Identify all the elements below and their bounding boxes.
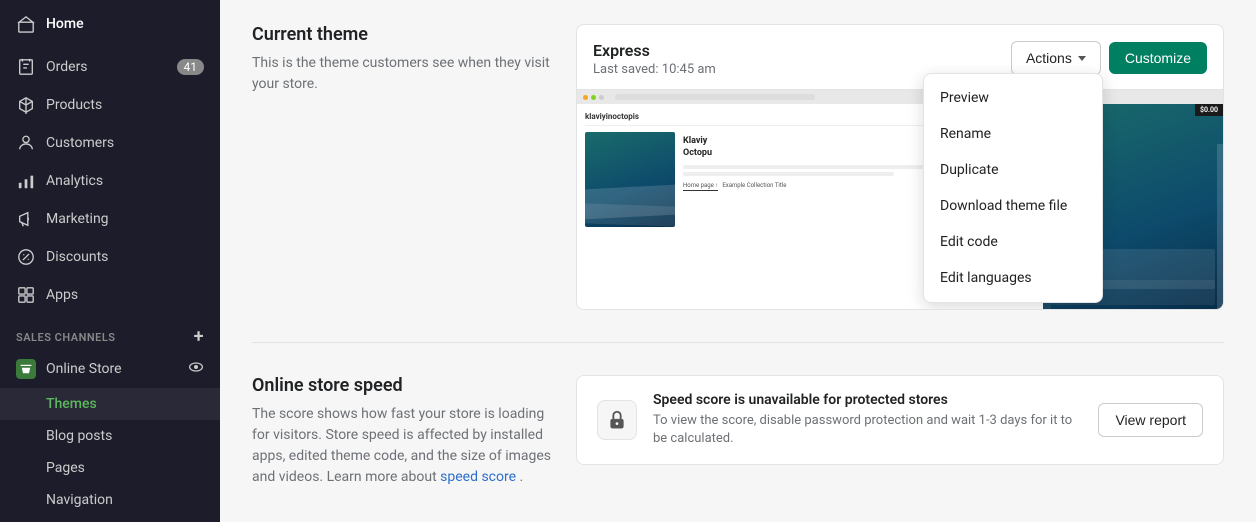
sidebar-item-orders[interactable]: Orders 41	[0, 48, 220, 86]
dropdown-duplicate[interactable]: Duplicate	[924, 152, 1102, 188]
subnav-blog-posts[interactable]: Blog posts	[0, 420, 220, 452]
speed-info: Online store speed The score shows how f…	[252, 375, 552, 488]
preview-browser-bar	[577, 90, 1223, 104]
last-saved: Last saved: 10:45 am	[593, 62, 716, 77]
subnav-domains[interactable]: Domains	[0, 516, 220, 522]
right-edge-strip	[1217, 144, 1223, 309]
speed-text: Speed score is unavailable for protected…	[653, 392, 1082, 448]
speed-desc-end: .	[520, 469, 524, 485]
actions-label: Actions	[1026, 50, 1072, 66]
discounts-icon	[16, 247, 36, 267]
sidebar-item-discounts[interactable]: Discounts	[0, 238, 220, 276]
preview-inner: klaviyinoctopis	[577, 90, 1223, 309]
online-store-label: Online Store	[46, 361, 122, 377]
apps-icon	[16, 285, 36, 305]
online-store-item[interactable]: Online Store	[0, 350, 220, 388]
dropdown-edit-languages[interactable]: Edit languages	[924, 260, 1102, 296]
wave-2	[585, 203, 675, 226]
view-report-button[interactable]: View report	[1098, 403, 1203, 437]
orders-icon	[16, 57, 36, 77]
current-theme-section: Current theme This is the theme customer…	[252, 24, 1224, 310]
lock-icon-wrap	[597, 400, 637, 440]
sidebar-item-customers[interactable]: Customers	[0, 124, 220, 162]
speed-card-desc: To view the score, disable password prot…	[653, 412, 1082, 448]
theme-info: Current theme This is the theme customer…	[252, 24, 552, 95]
dot-3	[599, 95, 604, 100]
subnav-navigation[interactable]: Navigation	[0, 484, 220, 516]
preview-image	[585, 132, 675, 227]
speed-section: Online store speed The score shows how f…	[252, 375, 1224, 488]
section-divider	[252, 342, 1224, 343]
sidebar-item-marketing[interactable]: Marketing	[0, 200, 220, 238]
theme-name-section: Express Last saved: 10:45 am	[593, 41, 716, 77]
home-label: Home	[46, 16, 84, 32]
current-theme-title: Current theme	[252, 24, 552, 45]
theme-name: Express	[593, 41, 716, 60]
orders-label: Orders	[46, 59, 167, 75]
actions-button[interactable]: Actions	[1011, 41, 1101, 75]
lock-icon	[606, 409, 628, 431]
sidebar-item-products[interactable]: Products	[0, 86, 220, 124]
price-tag: $0.00	[1195, 104, 1223, 116]
home-icon	[16, 14, 36, 34]
dot-2	[591, 95, 596, 100]
analytics-label: Analytics	[46, 173, 204, 189]
dropdown-preview[interactable]: Preview	[924, 80, 1102, 116]
online-store-icons	[188, 359, 204, 379]
actions-dropdown: Preview Rename Duplicate Download theme …	[923, 73, 1103, 303]
theme-card-header: Express Last saved: 10:45 am Actions Cus…	[577, 25, 1223, 89]
home-page-link: Home page ↑	[683, 182, 718, 191]
dropdown-download[interactable]: Download theme file	[924, 188, 1102, 224]
sidebar-item-home[interactable]: Home	[0, 0, 220, 48]
dot-1	[583, 95, 588, 100]
customize-button[interactable]: Customize	[1109, 42, 1207, 74]
orders-badge: 41	[177, 59, 205, 75]
theme-preview: klaviyinoctopis	[577, 89, 1223, 309]
collection-link: Example Collection Title	[722, 182, 786, 191]
customize-label: Customize	[1125, 50, 1191, 66]
theme-card: Express Last saved: 10:45 am Actions Cus…	[576, 24, 1224, 310]
eye-icon[interactable]	[188, 359, 204, 379]
analytics-icon	[16, 171, 36, 191]
apps-label: Apps	[46, 287, 204, 303]
main-content: Current theme This is the theme customer…	[220, 0, 1256, 522]
marketing-label: Marketing	[46, 211, 204, 227]
subnav-pages[interactable]: Pages	[0, 452, 220, 484]
speed-desc: The score shows how fast your store is l…	[252, 404, 552, 488]
sales-channels-label: SALES CHANNELS +	[0, 314, 220, 350]
speed-title: Online store speed	[252, 375, 552, 396]
products-icon	[16, 95, 36, 115]
customers-icon	[16, 133, 36, 153]
preview-content: klaviyinoctopis	[577, 104, 1223, 309]
discounts-label: Discounts	[46, 249, 204, 265]
sidebar: Home Orders 41 Products C	[0, 0, 220, 522]
products-label: Products	[46, 97, 204, 113]
customers-label: Customers	[46, 135, 204, 151]
speed-card-title: Speed score is unavailable for protected…	[653, 392, 1082, 408]
speed-score-link[interactable]: speed score	[440, 469, 516, 485]
speed-card: Speed score is unavailable for protected…	[576, 375, 1224, 465]
current-theme-desc: This is the theme customers see when the…	[252, 53, 552, 95]
sidebar-item-apps[interactable]: Apps	[0, 276, 220, 314]
online-store-icon	[16, 359, 36, 379]
chevron-down-icon	[1078, 56, 1086, 61]
sidebar-item-analytics[interactable]: Analytics	[0, 162, 220, 200]
marketing-icon	[16, 209, 36, 229]
theme-actions: Actions Customize	[1011, 41, 1207, 75]
dropdown-rename[interactable]: Rename	[924, 116, 1102, 152]
preview-store-name: klaviyinoctopis	[585, 112, 639, 121]
add-sales-channel-button[interactable]: +	[194, 328, 204, 346]
dropdown-edit-code[interactable]: Edit code	[924, 224, 1102, 260]
online-store-subnav: Themes Blog posts Pages Navigation Domai…	[0, 388, 220, 522]
subnav-themes[interactable]: Themes	[0, 388, 220, 420]
url-bar	[615, 94, 815, 100]
